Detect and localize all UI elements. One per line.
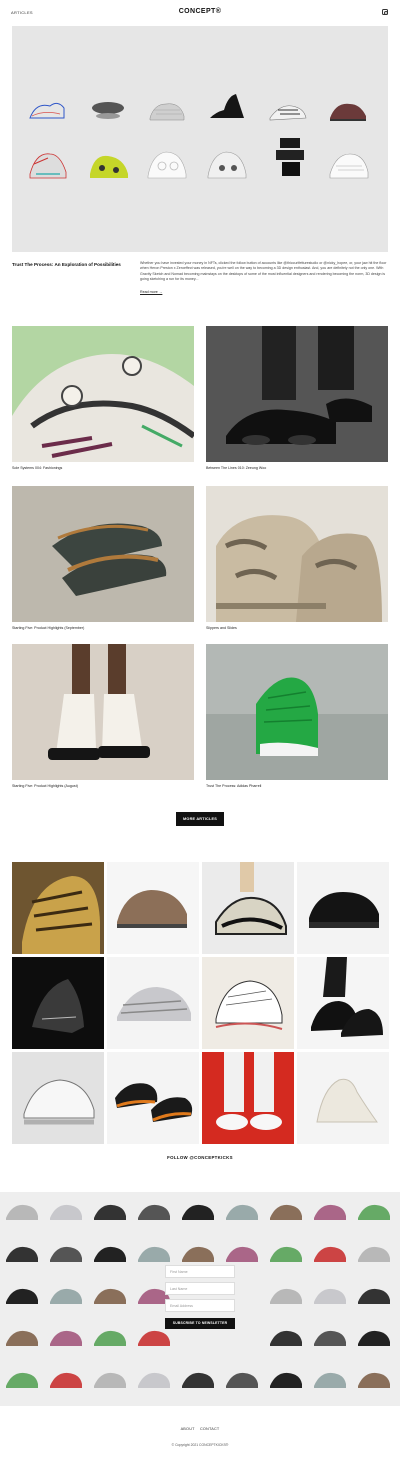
site-header: ARTICLES CONCEPT® xyxy=(0,0,400,24)
instagram-post[interactable] xyxy=(297,862,389,954)
instagram-post[interactable] xyxy=(107,1052,199,1144)
shoe-evolution-illustration xyxy=(29,94,369,179)
read-more-link[interactable]: Read more → xyxy=(140,290,162,294)
black-shoe-illustration xyxy=(206,326,388,462)
sculptural-shoe-thumb xyxy=(202,862,294,954)
footer-nav: ABOUT CONTACT xyxy=(0,1427,400,1431)
gold-sneaker-thumb xyxy=(12,862,104,954)
featured-hero-image[interactable] xyxy=(12,26,388,252)
white-runner-thumb xyxy=(12,1052,104,1144)
instagram-post[interactable] xyxy=(12,957,104,1049)
article-card-image[interactable] xyxy=(206,486,388,622)
slip-on-shoe-illustration xyxy=(12,486,194,622)
sneaker-closeup-illustration xyxy=(12,326,194,462)
instagram-post[interactable] xyxy=(107,862,199,954)
black-trainers-thumb xyxy=(297,957,389,1049)
white-sculpted-shoe-thumb xyxy=(297,1052,389,1144)
green-sneaker-illustration xyxy=(206,644,388,780)
sketch-shoe-thumb xyxy=(202,957,294,1049)
article-card-caption[interactable]: Between The Lines 010: Zeeung Woo xyxy=(206,466,266,470)
instagram-post[interactable] xyxy=(297,1052,389,1144)
article-card-caption[interactable]: Trust The Process: Adidas Pharrell xyxy=(206,784,261,788)
instagram-post[interactable] xyxy=(12,862,104,954)
follow-instagram-link[interactable]: FOLLOW @CONCEPTKICKS xyxy=(0,1155,400,1160)
climbing-shoes-thumb xyxy=(107,1052,199,1144)
article-card-caption[interactable]: Starting Five: Product Highlights (Augus… xyxy=(12,784,78,788)
article-card-image[interactable] xyxy=(12,644,194,780)
chelsea-boot-illustration xyxy=(12,644,194,780)
instagram-post[interactable] xyxy=(202,862,294,954)
instagram-icon[interactable] xyxy=(382,9,389,16)
footer-contact-link[interactable]: CONTACT xyxy=(200,1427,219,1431)
copyright-text: © Copyright 2021 CONCEPTKICKS® xyxy=(171,1443,229,1447)
instagram-post[interactable] xyxy=(107,957,199,1049)
instagram-post[interactable] xyxy=(12,1052,104,1144)
featured-article-excerpt: Whether you have invested your money in … xyxy=(140,261,387,282)
site-logo[interactable]: CONCEPT® xyxy=(0,8,400,15)
email-field[interactable]: Email Address xyxy=(165,1299,235,1312)
article-card-image[interactable] xyxy=(12,326,194,462)
trail-shoe-thumb xyxy=(107,862,199,954)
black-heel-thumb xyxy=(12,957,104,1049)
article-card-image[interactable] xyxy=(206,644,388,780)
silver-runner-thumb xyxy=(107,957,199,1049)
article-card-image[interactable] xyxy=(12,486,194,622)
article-card-caption[interactable]: Starting Five: Product Highlights (Septe… xyxy=(12,626,84,630)
more-articles-button[interactable]: MORE ARTICLES xyxy=(176,812,224,826)
instagram-post[interactable] xyxy=(202,1052,294,1144)
white-figure-thumb xyxy=(202,1052,294,1144)
article-card-caption[interactable]: Sole Systems 004: Fashionings xyxy=(12,466,62,470)
first-name-field[interactable]: First Name xyxy=(165,1265,235,1278)
subscribe-button[interactable]: SUBSCRIBE TO NEWSLETTER xyxy=(165,1318,235,1329)
black-derby-thumb xyxy=(297,862,389,954)
footer-about-link[interactable]: ABOUT xyxy=(181,1427,195,1431)
article-card-caption[interactable]: Slippers and Slides xyxy=(206,626,237,630)
instagram-post[interactable] xyxy=(202,957,294,1049)
instagram-post[interactable] xyxy=(297,957,389,1049)
article-card-image[interactable] xyxy=(206,326,388,462)
last-name-field[interactable]: Last Name xyxy=(165,1282,235,1295)
camo-clog-illustration xyxy=(206,486,388,622)
featured-article-title[interactable]: Trust The Process: An Exploration of Pos… xyxy=(12,262,132,267)
